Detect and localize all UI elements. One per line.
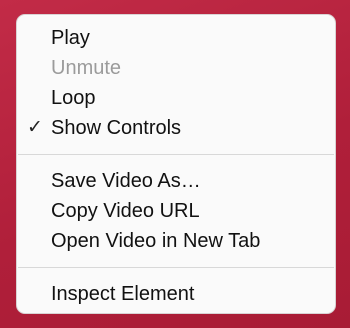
menu-item-label: Inspect Element [51, 283, 195, 305]
menu-item-copy-video-url[interactable]: Copy Video URL [17, 196, 335, 226]
menu-item-save-video-as[interactable]: Save Video As… [17, 166, 335, 196]
menu-item-label: Save Video As… [51, 170, 201, 192]
menu-item-label: Play [51, 27, 90, 49]
menu-item-label: Unmute [51, 57, 122, 79]
menu-item-show-controls[interactable]: ✓ Show Controls [17, 113, 335, 143]
menu-item-label: Copy Video URL [51, 200, 200, 222]
menu-item-open-video-new-tab[interactable]: Open Video in New Tab [17, 226, 335, 256]
menu-item-inspect-element[interactable]: Inspect Element [17, 279, 335, 309]
menu-item-loop[interactable]: Loop [17, 83, 335, 113]
menu-item-label: Loop [51, 87, 96, 109]
menu-item-label: Show Controls [51, 117, 182, 139]
menu-item-play[interactable]: Play [17, 23, 335, 53]
checkmark-icon: ✓ [27, 117, 43, 138]
menu-separator [18, 154, 334, 155]
menu-separator [18, 267, 334, 268]
menu-item-label: Open Video in New Tab [51, 230, 261, 252]
context-menu: Play Unmute Loop ✓ Show Controls Save Vi… [16, 14, 336, 314]
menu-item-unmute: Unmute [17, 53, 335, 83]
